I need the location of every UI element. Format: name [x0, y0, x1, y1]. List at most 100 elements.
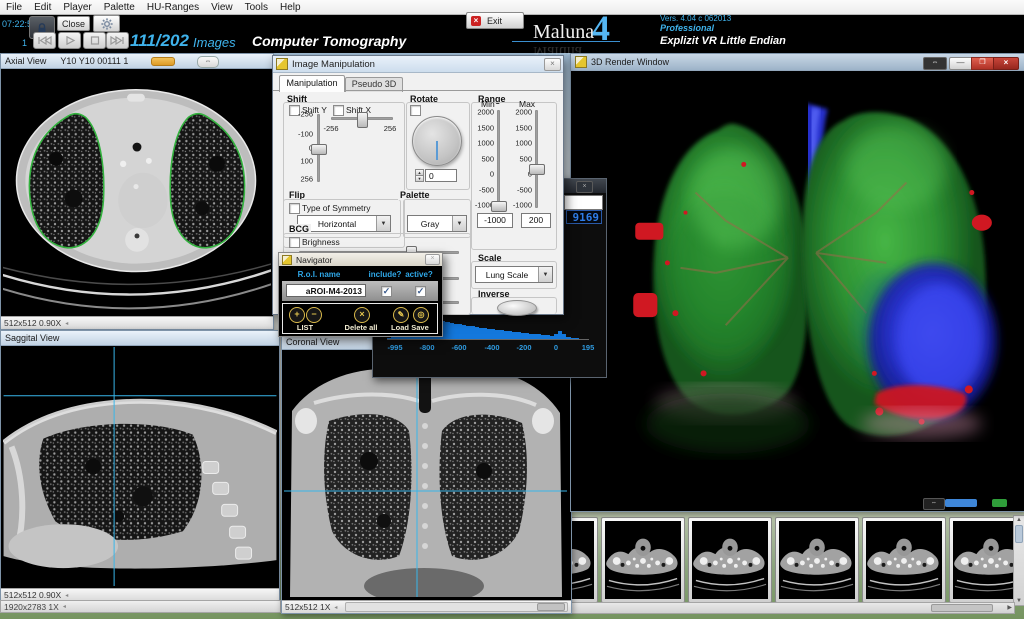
add-roi-button[interactable]: +	[289, 307, 305, 323]
range-min-thumb[interactable]	[491, 201, 507, 212]
status-arrow-icon[interactable]: ◂	[334, 604, 337, 611]
brightness-checkbox[interactable]	[289, 237, 300, 248]
scroll-down-arrow[interactable]: ▼	[1014, 598, 1024, 604]
dropdown-arrow-icon[interactable]: ▼	[452, 216, 466, 231]
scale-dropdown[interactable]: Lung Scale ▼	[475, 266, 553, 283]
tab-manipulation[interactable]: Manipulation	[279, 75, 345, 92]
shift-y-slider-thumb[interactable]	[311, 144, 327, 155]
manip-title: Image Manipulation	[292, 59, 375, 70]
axial-image[interactable]	[3, 70, 271, 314]
roi-name-input[interactable]: aROI-M4-2013	[286, 284, 366, 297]
slice-thumbnail[interactable]	[862, 517, 946, 603]
close-button[interactable]: Close	[57, 16, 90, 31]
render3d-close-button[interactable]: ×	[993, 57, 1019, 70]
navigator-titlebar[interactable]: Navigator ×	[279, 253, 442, 266]
shift-x-checkbox[interactable]	[333, 105, 344, 116]
thumbnail-hscrollbar[interactable]: ▶	[570, 602, 1015, 614]
palette-dropdown[interactable]: Gray ▼	[407, 215, 467, 232]
list-label: LIST	[297, 323, 313, 332]
tick-label: -100	[298, 130, 313, 139]
render3d-titlebar[interactable]: 3D Render Window ⇔ — ❒ ×	[571, 54, 1024, 71]
histogram-input[interactable]	[564, 195, 603, 210]
render3d-maximize-button[interactable]: ❒	[971, 57, 994, 70]
coronal-hscrollbar[interactable]	[345, 602, 568, 612]
skip-start-button[interactable]	[33, 32, 56, 49]
tick-label: 0	[490, 170, 494, 179]
save-button[interactable]: ◎	[413, 307, 429, 323]
slice-thumbnail[interactable]	[775, 517, 859, 603]
sagittal-image[interactable]	[3, 347, 277, 586]
menu-view[interactable]: View	[205, 2, 239, 13]
spin-up-icon[interactable]: ▲	[415, 169, 424, 176]
menu-player[interactable]: Player	[57, 2, 97, 13]
symmetry-label: Type of Symmetry	[302, 203, 371, 213]
render3d-swap-button[interactable]: ⇔	[923, 57, 947, 70]
tick-label: -500	[479, 186, 494, 195]
axial-subtitle: Y10 Y10 00111 1	[60, 56, 128, 66]
axial-titlebar[interactable]: Axial View Y10 Y10 00111 1 ⇔	[1, 54, 273, 69]
menu-palette[interactable]: Palette	[98, 2, 141, 13]
delete-all-button[interactable]: ×	[354, 307, 370, 323]
dropdown-arrow-icon[interactable]: ▼	[376, 216, 390, 231]
vscroll-thumb[interactable]	[1015, 525, 1023, 543]
skip-end-button[interactable]	[106, 32, 129, 49]
slice-thumbnail[interactable]	[688, 517, 772, 603]
range-max-thumb[interactable]	[529, 164, 545, 175]
slice-thumbnail[interactable]	[601, 517, 685, 603]
coronal-image[interactable]	[284, 351, 567, 597]
range-min-slider[interactable]	[497, 110, 500, 208]
exit-button[interactable]: × Exit	[466, 12, 524, 29]
gear-icon	[101, 18, 113, 30]
coronal-title: Coronal View	[286, 337, 339, 347]
play-button[interactable]	[58, 32, 81, 49]
render3d-zoom-slider[interactable]	[945, 499, 977, 507]
menu-tools[interactable]: Tools	[239, 2, 274, 13]
status-arrow-icon[interactable]: ◂	[63, 603, 66, 610]
range-max-slider[interactable]	[535, 110, 538, 208]
rotate-knob[interactable]	[412, 116, 462, 166]
settings-button[interactable]	[93, 15, 120, 32]
range-min-field[interactable]: -1000	[477, 213, 513, 228]
flip-dropdown[interactable]: Horizontal ▼	[297, 215, 391, 232]
menu-file[interactable]: File	[0, 2, 28, 13]
roi-include-checkbox[interactable]: ✓	[381, 286, 392, 297]
thumbnail-vscrollbar[interactable]: ▲ ▼	[1013, 515, 1024, 606]
manip-titlebar[interactable]: Image Manipulation ×	[273, 56, 563, 73]
axial-statusbar: 512x512 0.90X◂	[1, 316, 273, 329]
axial-swap-button[interactable]: ⇔	[197, 56, 219, 68]
scroll-up-arrow[interactable]: ▲	[1014, 517, 1024, 523]
remove-roi-button[interactable]: −	[306, 307, 322, 323]
render3d-viewport[interactable]	[573, 72, 1023, 509]
render3d-title: 3D Render Window	[591, 57, 669, 67]
render3d-zoom-swap-button[interactable]: ⇔	[923, 498, 945, 510]
symmetry-checkbox[interactable]	[289, 203, 300, 214]
stop-button[interactable]	[83, 32, 106, 49]
rotate-spinner[interactable]: ▲ ▼	[415, 169, 424, 182]
transfer-syntax-text: Explizit VR Little Endian	[660, 35, 786, 47]
roi-active-checkbox[interactable]: ✓	[415, 286, 426, 297]
dropdown-arrow-icon[interactable]: ▼	[538, 267, 552, 282]
navigator-close-button[interactable]: ×	[425, 254, 440, 265]
status-arrow-icon[interactable]: ◂	[65, 592, 68, 599]
range-max-field[interactable]: 200	[521, 213, 551, 228]
histogram-close-button[interactable]: ×	[576, 181, 593, 193]
menu-help[interactable]: Help	[274, 2, 307, 13]
toolbar: 07:22:50 Close 1 111/202 Images Computer…	[0, 15, 1024, 53]
histogram-tick: 0	[554, 343, 558, 352]
scroll-right-arrow[interactable]: ▶	[1007, 604, 1012, 611]
manip-close-button[interactable]: ×	[544, 58, 561, 71]
hscroll-thumb[interactable]	[931, 604, 993, 612]
render3d-minimize-button[interactable]: —	[949, 57, 972, 70]
sagittal-titlebar[interactable]: Saggital View	[1, 331, 279, 346]
menu-edit[interactable]: Edit	[28, 2, 57, 13]
status-arrow-icon[interactable]: ◂	[65, 320, 68, 327]
inverse-toggle[interactable]	[497, 300, 537, 316]
modality-title: Computer Tomography	[252, 33, 406, 49]
menu-hu-ranges[interactable]: HU-Ranges	[141, 2, 205, 13]
spin-down-icon[interactable]: ▼	[415, 176, 424, 182]
coronal-hscroll-thumb[interactable]	[537, 603, 565, 611]
shift-x-slider-thumb[interactable]	[357, 112, 368, 128]
load-button[interactable]: ✎	[393, 307, 409, 323]
rotate-checkbox[interactable]	[410, 105, 421, 116]
rotate-value-field[interactable]: 0	[425, 169, 457, 182]
